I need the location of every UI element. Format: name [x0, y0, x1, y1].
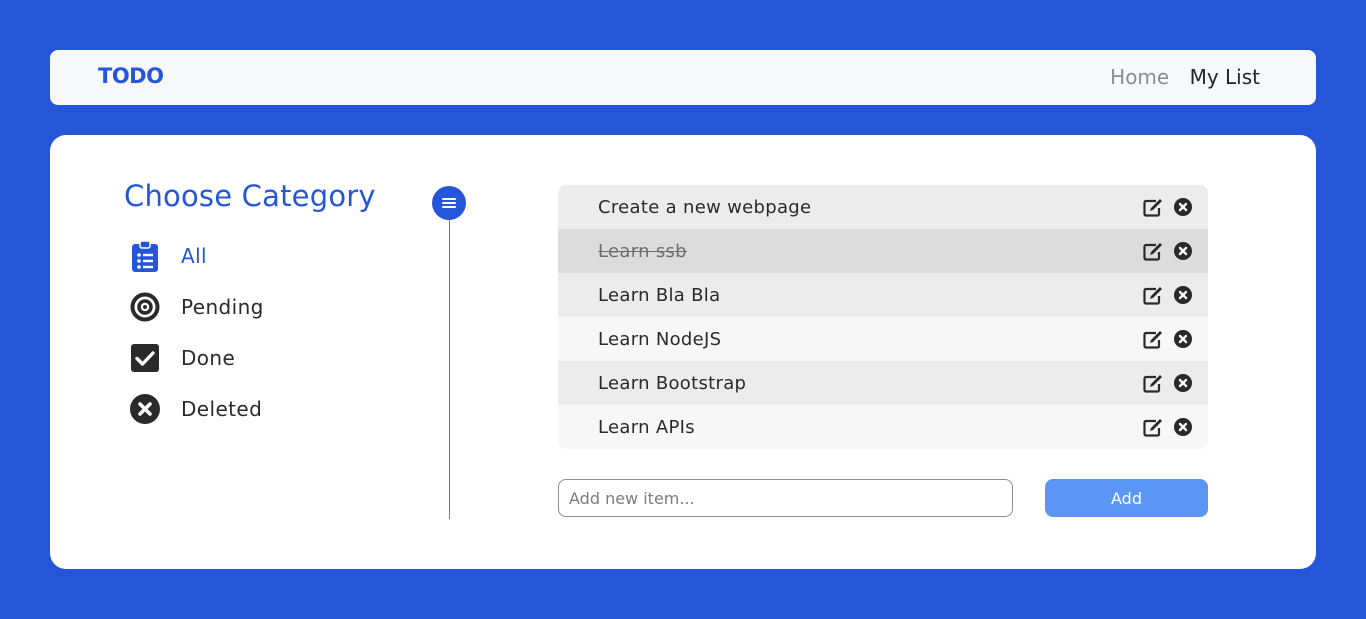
bullseye-icon [128, 290, 162, 324]
delete-icon[interactable] [1173, 197, 1193, 217]
todo-row: Create a new webpage [558, 185, 1208, 229]
edit-icon[interactable] [1143, 285, 1163, 305]
todo-row: Learn APIs [558, 405, 1208, 449]
category-title: Choose Category [124, 179, 376, 213]
new-item-input[interactable] [558, 479, 1013, 517]
times-circle-icon [128, 392, 162, 426]
nav-link-home[interactable]: Home [1110, 65, 1169, 89]
edit-icon[interactable] [1143, 241, 1163, 261]
sidebar-divider [449, 205, 450, 519]
category-item-pending[interactable]: Pending [128, 290, 264, 324]
todo-row: Learn Bootstrap [558, 361, 1208, 405]
edit-icon[interactable] [1143, 197, 1163, 217]
delete-icon[interactable] [1173, 329, 1193, 349]
edit-icon[interactable] [1143, 373, 1163, 393]
delete-icon[interactable] [1173, 285, 1193, 305]
todo-actions [1143, 241, 1193, 261]
delete-icon[interactable] [1173, 373, 1193, 393]
nav-links: Home My List [1096, 50, 1260, 104]
category-label-all: All [181, 244, 207, 268]
todo-actions [1143, 329, 1193, 349]
nav-link-my-list[interactable]: My List [1190, 65, 1260, 89]
edit-icon[interactable] [1143, 417, 1163, 437]
todo-actions [1143, 285, 1193, 305]
main-card: Choose Category All Pending Done Deleted… [50, 135, 1316, 569]
category-item-deleted[interactable]: Deleted [128, 392, 262, 426]
todo-text: Create a new webpage [598, 196, 812, 218]
category-label-done: Done [181, 346, 236, 370]
todo-text: Learn Bla Bla [598, 284, 721, 306]
clipboard-list-icon [128, 239, 162, 273]
delete-icon[interactable] [1173, 241, 1193, 261]
brand-logo[interactable]: TODO [98, 50, 164, 102]
sidebar-toggle-button[interactable] [432, 186, 466, 220]
todo-actions [1143, 417, 1193, 437]
todo-row: Learn ssb [558, 229, 1208, 273]
navbar: TODO Home My List [50, 50, 1316, 105]
delete-icon[interactable] [1173, 417, 1193, 437]
category-item-all[interactable]: All [128, 239, 207, 273]
category-label-deleted: Deleted [181, 397, 263, 421]
category-item-done[interactable]: Done [128, 341, 235, 375]
todo-list: Create a new webpage Learn ssb Learn Bla… [558, 185, 1208, 449]
edit-icon[interactable] [1143, 329, 1163, 349]
check-square-icon [128, 341, 162, 375]
todo-text: Learn Bootstrap [598, 372, 747, 394]
todo-row: Learn NodeJS [558, 317, 1208, 361]
category-label-pending: Pending [181, 295, 264, 319]
menu-icon [442, 194, 456, 213]
todo-text: Learn NodeJS [598, 328, 722, 350]
todo-actions [1143, 373, 1193, 393]
todo-text: Learn APIs [598, 416, 695, 438]
todo-text: Learn ssb [598, 240, 687, 262]
add-button[interactable]: Add [1045, 479, 1208, 517]
todo-row: Learn Bla Bla [558, 273, 1208, 317]
todo-actions [1143, 197, 1193, 217]
